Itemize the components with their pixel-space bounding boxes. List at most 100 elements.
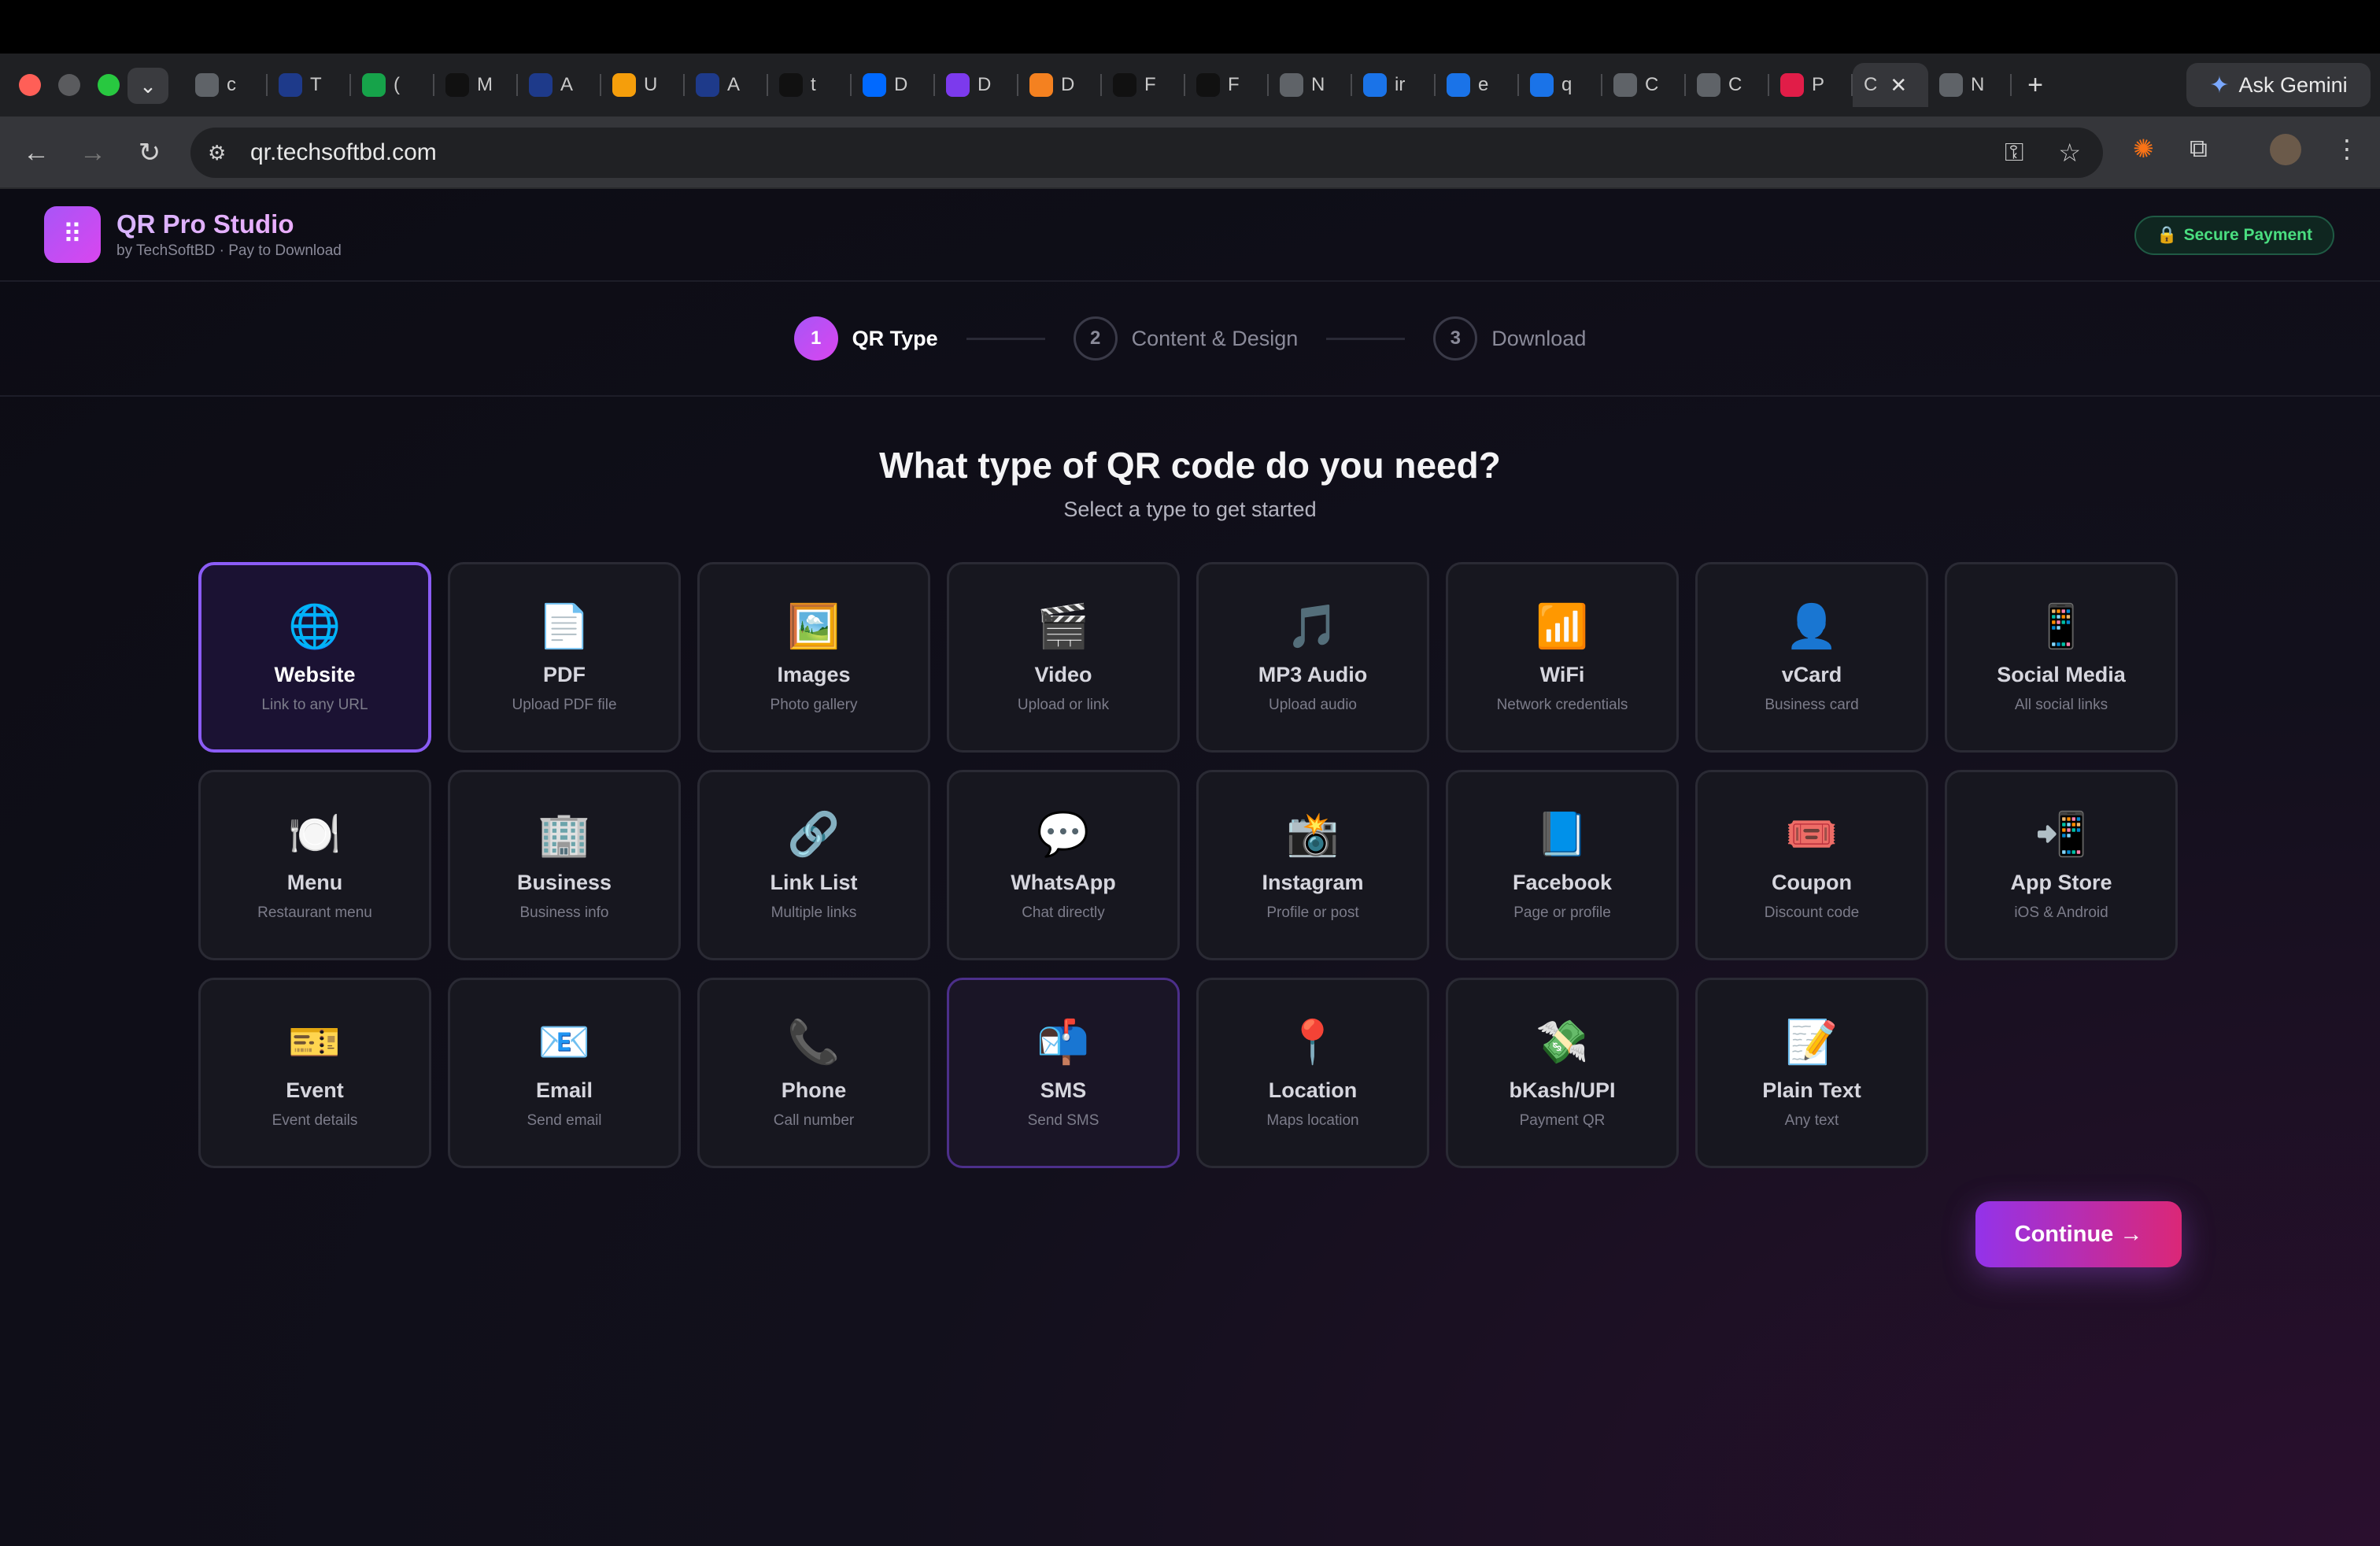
- step-download[interactable]: 3 Download: [1433, 316, 1586, 361]
- extensions-puzzle-icon[interactable]: ⧉: [2190, 134, 2208, 164]
- browser-tab[interactable]: A: [685, 63, 768, 107]
- browser-tab[interactable]: F: [1185, 63, 1269, 107]
- tab-title: D: [1061, 74, 1075, 95]
- reload-icon[interactable]: ↻: [131, 134, 168, 172]
- bkash-upi-icon: 💸: [1536, 1018, 1589, 1066]
- qr-type-card-website[interactable]: 🌐 Website Link to any URL: [198, 562, 431, 753]
- qr-type-card-mp3-audio[interactable]: 🎵 MP3 Audio Upload audio: [1196, 562, 1429, 753]
- qr-type-title: MP3 Audio: [1258, 662, 1368, 686]
- qr-type-title: Plain Text: [1762, 1078, 1861, 1102]
- close-window-button[interactable]: [19, 74, 41, 96]
- browser-tab[interactable]: A: [518, 63, 601, 107]
- close-tab-icon[interactable]: ✕: [1890, 73, 1907, 98]
- secure-payment-label: Secure Payment: [2183, 226, 2312, 244]
- new-tab-plus-icon[interactable]: +: [2012, 63, 2059, 107]
- qr-type-title: WiFi: [1539, 662, 1585, 686]
- qr-type-card-plain-text[interactable]: 📝 Plain Text Any text: [1695, 978, 1928, 1168]
- browser-tab[interactable]: D: [852, 63, 935, 107]
- qr-type-title: Business: [516, 870, 612, 894]
- ask-gemini-button[interactable]: ✦ Ask Gemini: [2186, 63, 2371, 107]
- qr-type-description: Multiple links: [771, 904, 857, 921]
- browser-toolbar: ← → ↻ ⚙ qr.techsoftbd.com ⚿ ☆ ✺ ⧉ ⋮: [0, 117, 2380, 189]
- step-connector: [1326, 337, 1406, 340]
- browser-tab[interactable]: T: [268, 63, 351, 107]
- password-key-icon[interactable]: ⚿: [2005, 138, 2023, 168]
- qr-type-card-video[interactable]: 🎬 Video Upload or link: [947, 562, 1180, 753]
- tab-title: M: [477, 74, 493, 95]
- site-icon: [1780, 73, 1804, 97]
- browser-tab[interactable]: q: [1519, 63, 1602, 107]
- qr-type-card-pdf[interactable]: 📄 PDF Upload PDF file: [448, 562, 681, 753]
- globe-icon: [1697, 73, 1720, 97]
- browser-tab[interactable]: D: [1018, 63, 1102, 107]
- minimize-window-button[interactable]: [58, 74, 80, 96]
- tab-search-chevron-icon[interactable]: ⌄: [128, 68, 168, 104]
- browser-menu-icon[interactable]: ⋮: [2334, 134, 2360, 164]
- mp3-audio-icon: 🎵: [1286, 602, 1340, 650]
- sms-icon: 📬: [1037, 1018, 1090, 1066]
- browser-tab[interactable]: (: [351, 63, 434, 107]
- qr-type-card-app-store[interactable]: 📲 App Store iOS & Android: [1945, 770, 2178, 960]
- qr-type-title: Email: [535, 1078, 593, 1102]
- qr-type-card-coupon[interactable]: 🎟️ Coupon Discount code: [1695, 770, 1928, 960]
- browser-tab[interactable]: N: [1269, 63, 1352, 107]
- chrome-icon: [1939, 73, 1963, 97]
- qr-type-card-images[interactable]: 🖼️ Images Photo gallery: [697, 562, 930, 753]
- step-connector: [966, 337, 1045, 340]
- browser-tab[interactable]: c: [184, 63, 268, 107]
- claude-extension-icon[interactable]: ✺: [2133, 134, 2154, 164]
- qr-type-description: Payment QR: [1519, 1111, 1606, 1129]
- qr-type-card-menu[interactable]: 🍽️ Menu Restaurant menu: [198, 770, 431, 960]
- browser-tab[interactable]: t: [768, 63, 852, 107]
- forward-arrow-icon[interactable]: →: [74, 134, 112, 172]
- vcard-icon: 👤: [1785, 602, 1839, 650]
- browser-tab[interactable]: N: [1928, 63, 2012, 107]
- qr-type-description: Maps location: [1266, 1111, 1359, 1129]
- browser-tab[interactable]: M: [434, 63, 518, 107]
- app-title: QR Pro Studio: [116, 209, 342, 239]
- qr-type-card-location[interactable]: 📍 Location Maps location: [1196, 978, 1429, 1168]
- step-content-design[interactable]: 2 Content & Design: [1073, 316, 1298, 361]
- qr-type-card-social-media[interactable]: 📱 Social Media All social links: [1945, 562, 2178, 753]
- back-arrow-icon[interactable]: ←: [17, 134, 55, 172]
- qr-type-card-bkash-upi[interactable]: 💸 bKash/UPI Payment QR: [1446, 978, 1679, 1168]
- qr-type-card-phone[interactable]: 📞 Phone Call number: [697, 978, 930, 1168]
- step-qr-type[interactable]: 1 QR Type: [793, 316, 938, 361]
- maximize-window-button[interactable]: [98, 74, 120, 96]
- qr-type-card-facebook[interactable]: 📘 Facebook Page or profile: [1446, 770, 1679, 960]
- site-info-icon[interactable]: ⚙: [208, 141, 236, 165]
- qr-type-card-link-list[interactable]: 🔗 Link List Multiple links: [697, 770, 930, 960]
- browser-tab[interactable]: C: [1602, 63, 1686, 107]
- browser-tab-active[interactable]: C ✕: [1853, 63, 1928, 107]
- browser-tab[interactable]: P: [1769, 63, 1853, 107]
- browser-tab[interactable]: D: [935, 63, 1018, 107]
- qr-type-card-sms[interactable]: 📬 SMS Send SMS: [947, 978, 1180, 1168]
- qr-type-description: Page or profile: [1513, 904, 1611, 921]
- browser-tab[interactable]: U: [601, 63, 685, 107]
- qr-type-grid: 🌐 Website Link to any URL 📄 PDF Upload PDF fi…: [198, 562, 2182, 1168]
- qr-type-description: Any text: [1784, 1111, 1839, 1129]
- qr-type-card-whatsapp[interactable]: 💬 WhatsApp Chat directly: [947, 770, 1180, 960]
- docs-icon: [1530, 73, 1554, 97]
- profile-avatar-icon[interactable]: [2270, 134, 2301, 165]
- qr-type-card-vcard[interactable]: 👤 vCard Business card: [1695, 562, 1928, 753]
- browser-tab[interactable]: F: [1102, 63, 1185, 107]
- lock-icon: 🔒: [2156, 226, 2178, 244]
- address-bar[interactable]: ⚙ qr.techsoftbd.com ⚿ ☆: [190, 128, 2103, 178]
- phone-icon: 📞: [787, 1018, 841, 1066]
- qr-type-card-instagram[interactable]: 📸 Instagram Profile or post: [1196, 770, 1429, 960]
- qr-type-card-event[interactable]: 🎫 Event Event details: [198, 978, 431, 1168]
- browser-tab[interactable]: C: [1686, 63, 1769, 107]
- qr-type-card-wifi[interactable]: 📶 WiFi Network credentials: [1446, 562, 1679, 753]
- qr-type-card-business[interactable]: 🏢 Business Business info: [448, 770, 681, 960]
- browser-tab[interactable]: ir: [1352, 63, 1436, 107]
- app-logo-icon: ⠿: [44, 206, 101, 263]
- continue-button[interactable]: Continue →: [1975, 1201, 2182, 1267]
- qr-type-title: Video: [1034, 662, 1092, 686]
- browser-tab[interactable]: e: [1436, 63, 1519, 107]
- url-text[interactable]: qr.techsoftbd.com: [250, 139, 437, 166]
- tab-title: (: [394, 74, 400, 95]
- wifi-icon: 📶: [1536, 602, 1589, 650]
- bookmark-star-icon[interactable]: ☆: [2058, 138, 2081, 168]
- qr-type-card-email[interactable]: 📧 Email Send email: [448, 978, 681, 1168]
